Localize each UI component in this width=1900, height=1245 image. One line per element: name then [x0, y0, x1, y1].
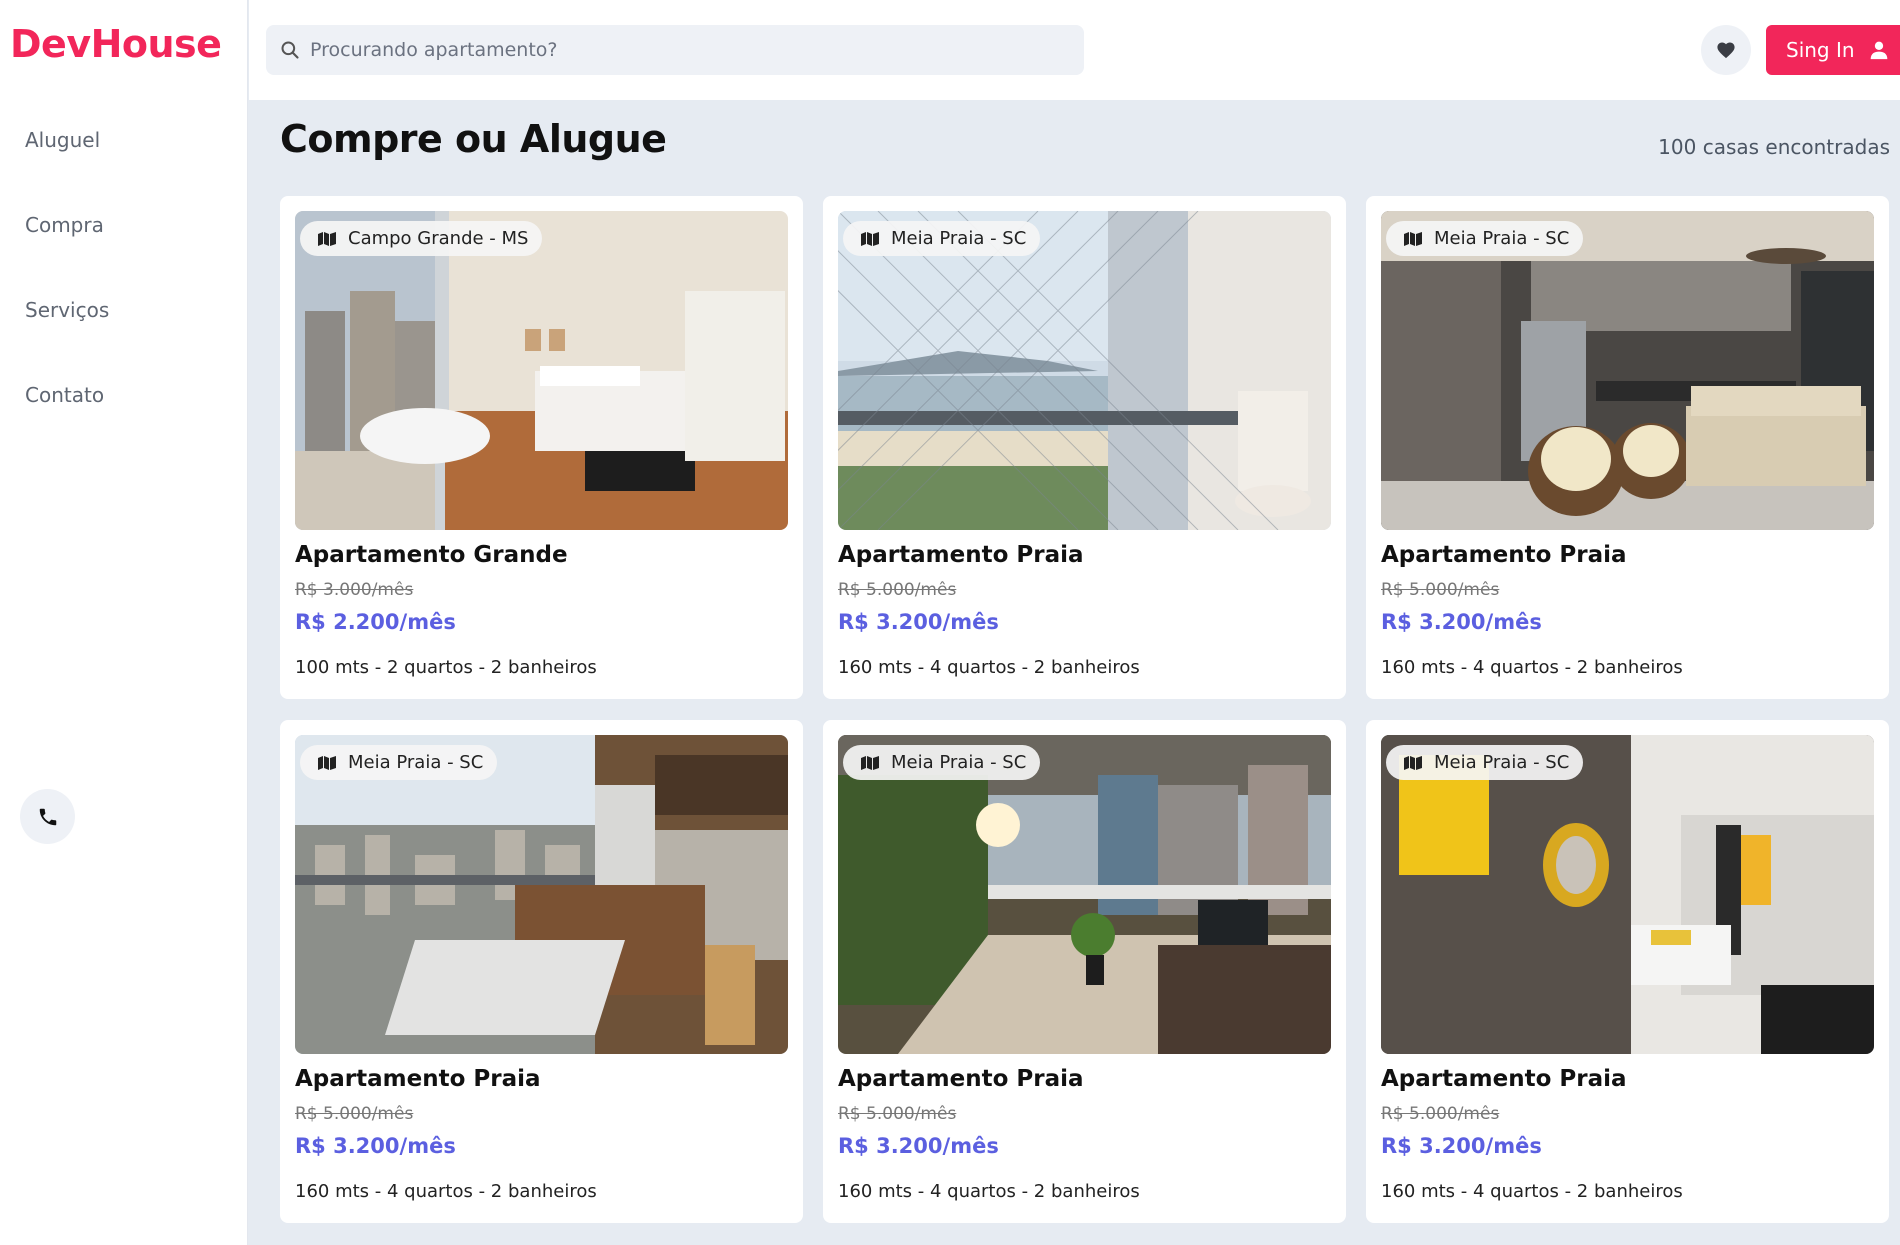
listing-specs: 160 mts - 4 quartos - 2 banheiros	[1381, 1181, 1683, 1202]
search-bar[interactable]	[266, 25, 1084, 75]
listing-title[interactable]: Apartamento Praia	[295, 1066, 541, 1092]
listing-title[interactable]: Apartamento Grande	[295, 542, 568, 568]
location-text: Campo Grande - MS	[348, 228, 529, 249]
listing-old-price: R$ 5.000/mês	[838, 580, 957, 600]
listing-photo[interactable]: Meia Praia - SC	[295, 735, 788, 1054]
map-icon	[318, 231, 336, 246]
listing-title[interactable]: Apartamento Praia	[838, 1066, 1084, 1092]
phone-button[interactable]	[20, 789, 75, 844]
listing-card[interactable]: Campo Grande - MS Apartamento Grande R$ …	[280, 196, 803, 699]
listing-price: R$ 3.200/mês	[295, 1134, 456, 1158]
listing-photo[interactable]: Campo Grande - MS	[295, 211, 788, 530]
listing-specs: 100 mts - 2 quartos - 2 banheiros	[295, 657, 597, 678]
listing-card[interactable]: Meia Praia - SC Apartamento Praia R$ 5.0…	[823, 196, 1346, 699]
listing-card[interactable]: Meia Praia - SC Apartamento Praia R$ 5.0…	[1366, 720, 1889, 1223]
listing-title[interactable]: Apartamento Praia	[838, 542, 1084, 568]
listing-price: R$ 3.200/mês	[1381, 1134, 1542, 1158]
sidebar: DevHouse Aluguel Compra Serviços Contato	[0, 0, 248, 1245]
page-title: Compre ou Alugue	[280, 117, 667, 161]
listing-price: R$ 3.200/mês	[838, 1134, 999, 1158]
brand-logo[interactable]: DevHouse	[10, 22, 222, 66]
sidebar-item-contato[interactable]: Contato	[25, 380, 109, 465]
listing-price: R$ 3.200/mês	[838, 610, 999, 634]
user-icon	[1870, 41, 1887, 60]
listing-photo[interactable]: Meia Praia - SC	[1381, 211, 1874, 530]
listing-old-price: R$ 5.000/mês	[295, 1104, 414, 1124]
results-count: 100 casas encontradas	[1658, 135, 1890, 159]
listing-photo[interactable]: Meia Praia - SC	[838, 735, 1331, 1054]
search-input[interactable]	[310, 39, 1070, 61]
listing-old-price: R$ 5.000/mês	[1381, 580, 1500, 600]
sidebar-item-servicos[interactable]: Serviços	[25, 295, 109, 380]
map-icon	[861, 231, 879, 246]
favorites-button[interactable]	[1701, 25, 1751, 75]
listing-specs: 160 mts - 4 quartos - 2 banheiros	[295, 1181, 597, 1202]
map-icon	[1404, 231, 1422, 246]
listing-old-price: R$ 5.000/mês	[838, 1104, 957, 1124]
map-icon	[861, 755, 879, 770]
sidebar-item-compra[interactable]: Compra	[25, 210, 109, 295]
heart-icon	[1717, 42, 1735, 59]
location-badge: Meia Praia - SC	[1386, 221, 1584, 256]
top-header: Sing In	[249, 0, 1900, 100]
signin-label: Sing In	[1786, 38, 1855, 62]
listing-specs: 160 mts - 4 quartos - 2 banheiros	[1381, 657, 1683, 678]
location-text: Meia Praia - SC	[891, 228, 1027, 249]
location-badge: Meia Praia - SC	[300, 745, 498, 780]
listing-title[interactable]: Apartamento Praia	[1381, 542, 1627, 568]
sidebar-nav: Aluguel Compra Serviços Contato	[25, 125, 109, 465]
listing-photo[interactable]: Meia Praia - SC	[1381, 735, 1874, 1054]
location-text: Meia Praia - SC	[348, 752, 484, 773]
listing-old-price: R$ 3.000/mês	[295, 580, 414, 600]
listing-price: R$ 2.200/mês	[295, 610, 456, 634]
location-text: Meia Praia - SC	[891, 752, 1027, 773]
sidebar-item-aluguel[interactable]: Aluguel	[25, 125, 109, 210]
location-badge: Campo Grande - MS	[300, 221, 543, 256]
signin-button[interactable]: Sing In	[1766, 25, 1900, 75]
map-icon	[318, 755, 336, 770]
location-badge: Meia Praia - SC	[1386, 745, 1584, 780]
listing-card[interactable]: Meia Praia - SC Apartamento Praia R$ 5.0…	[1366, 196, 1889, 699]
search-icon	[281, 41, 299, 59]
location-text: Meia Praia - SC	[1434, 228, 1570, 249]
listing-card[interactable]: Meia Praia - SC Apartamento Praia R$ 5.0…	[823, 720, 1346, 1223]
listing-price: R$ 3.200/mês	[1381, 610, 1542, 634]
location-badge: Meia Praia - SC	[843, 221, 1041, 256]
location-badge: Meia Praia - SC	[843, 745, 1041, 780]
listing-old-price: R$ 5.000/mês	[1381, 1104, 1500, 1124]
map-icon	[1404, 755, 1422, 770]
phone-icon	[39, 808, 56, 825]
listing-photo[interactable]: Meia Praia - SC	[838, 211, 1331, 530]
listing-specs: 160 mts - 4 quartos - 2 banheiros	[838, 1181, 1140, 1202]
location-text: Meia Praia - SC	[1434, 752, 1570, 773]
listing-card[interactable]: Meia Praia - SC Apartamento Praia R$ 5.0…	[280, 720, 803, 1223]
listing-title[interactable]: Apartamento Praia	[1381, 1066, 1627, 1092]
listing-specs: 160 mts - 4 quartos - 2 banheiros	[838, 657, 1140, 678]
